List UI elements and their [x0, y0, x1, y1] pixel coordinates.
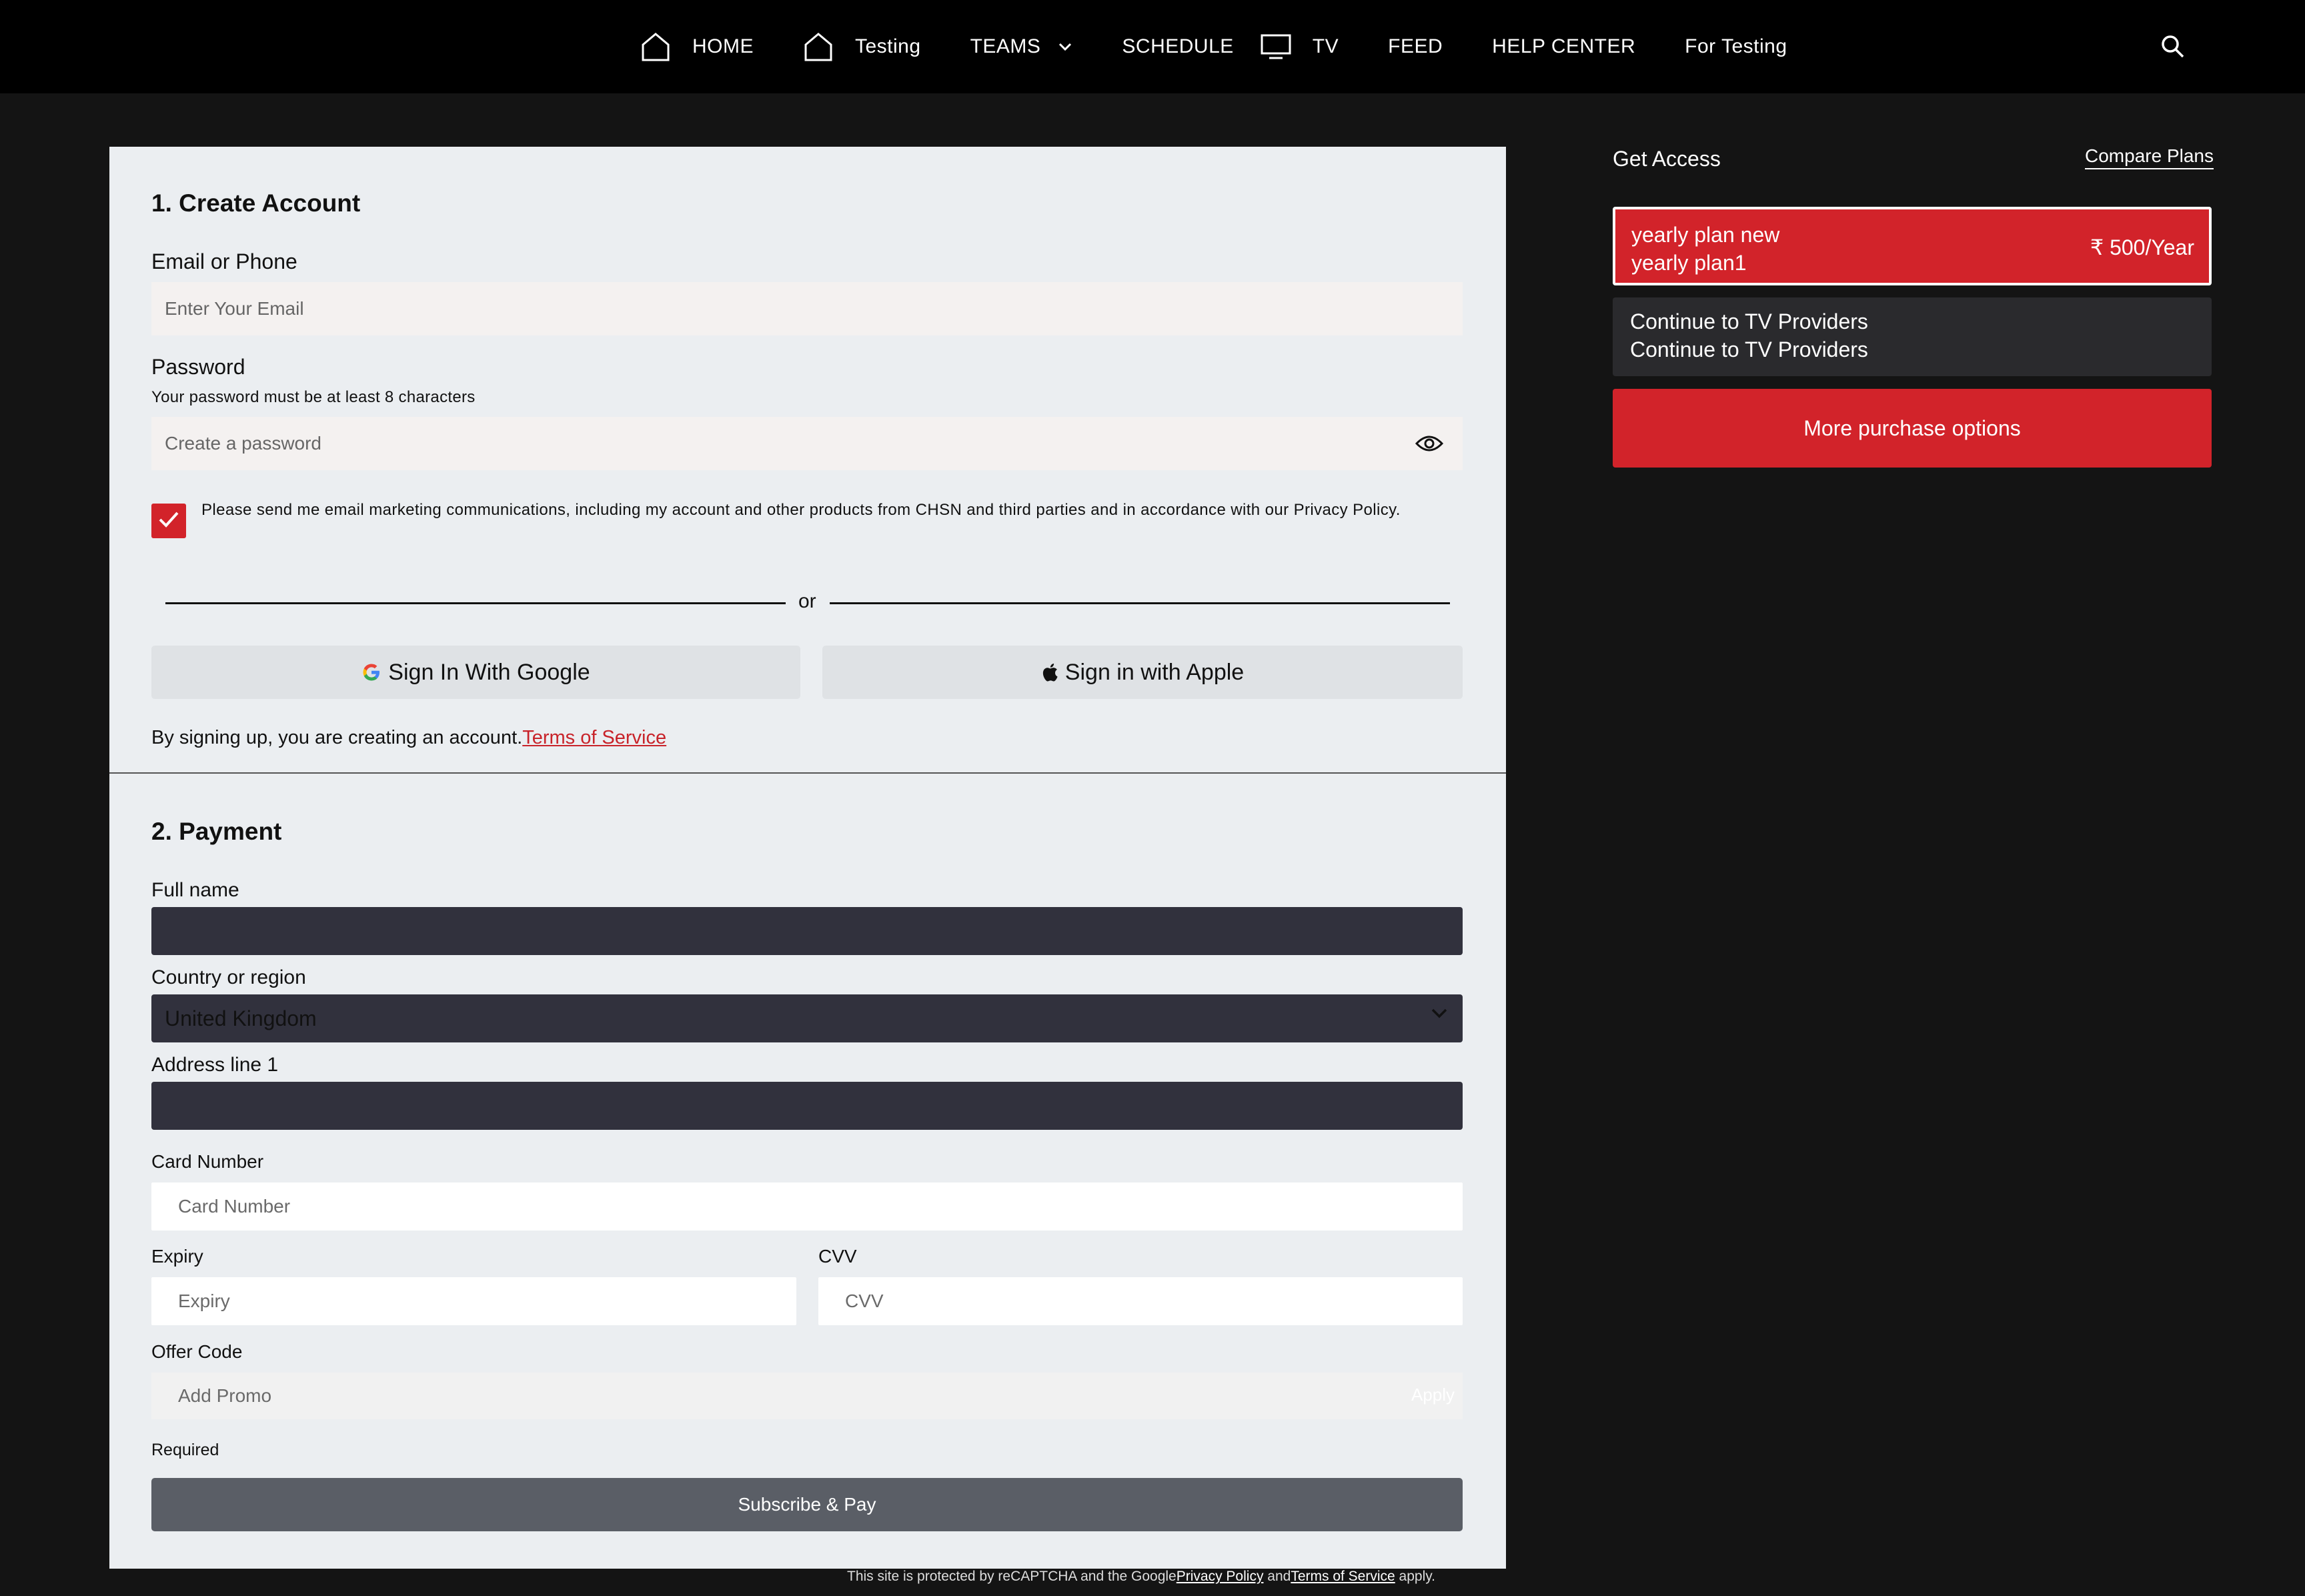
create-account-title: 1. Create Account	[151, 189, 361, 217]
nav-item-label: FEED	[1388, 35, 1443, 57]
country-select-value: United Kingdom	[165, 1006, 317, 1030]
required-note: Required	[151, 1441, 219, 1459]
tv-provider-line2: Continue to TV Providers	[1630, 337, 1868, 361]
nav-item-label: SCHEDULE	[1122, 35, 1234, 57]
privacy-policy-link[interactable]: Privacy Policy	[1177, 1569, 1264, 1584]
or-separator: or	[798, 590, 816, 612]
more-purchase-options-label: More purchase options	[1803, 416, 2021, 440]
marketing-consent-checkbox[interactable]	[151, 504, 186, 538]
google-sign-in-button[interactable]: Sign In With Google	[151, 646, 800, 699]
signup-note-text: By signing up, you are creating an accou…	[151, 727, 523, 748]
nav-item-help-center[interactable]: HELP CENTER	[1492, 35, 1635, 58]
expiry-field[interactable]	[151, 1277, 796, 1325]
nav-item-tv[interactable]: TV	[1261, 33, 1339, 60]
plan-name: yearly plan new	[1631, 223, 1780, 247]
nav-item-schedule[interactable]: SCHEDULE	[1122, 35, 1233, 58]
nav-item-testing[interactable]: Testing	[803, 31, 921, 62]
offer-code-label: Offer Code	[151, 1341, 243, 1362]
more-purchase-options-button[interactable]: More purchase options	[1613, 389, 2212, 468]
password-field[interactable]	[151, 417, 1463, 470]
nav-item-label: For Testing	[1685, 35, 1787, 57]
address-line-1-field[interactable]	[151, 1082, 1463, 1130]
nav-item-for-testing[interactable]: For Testing	[1685, 35, 1787, 58]
terms-of-service-link[interactable]: Terms of Service	[1291, 1569, 1395, 1584]
promo-code-field[interactable]	[151, 1373, 1379, 1419]
plan-subname: yearly plan1	[1631, 251, 1747, 275]
nav-item-home[interactable]: HOME	[640, 31, 754, 62]
checkmark-icon	[157, 510, 180, 533]
payment-title: 2. Payment	[151, 818, 282, 845]
subscribe-button-label: Subscribe & Pay	[738, 1494, 876, 1515]
expiry-label: Expiry	[151, 1246, 203, 1267]
apply-promo-button[interactable]: Apply	[1411, 1385, 1455, 1405]
google-icon	[361, 662, 381, 682]
checkout-form-panel: 1. Create Account Email or Phone Passwor…	[109, 147, 1506, 1569]
recaptcha-text: This site is protected by reCAPTCHA and …	[847, 1569, 1177, 1584]
google-button-label: Sign In With Google	[388, 659, 590, 685]
tv-provider-option[interactable]: Continue to TV Providers Continue to TV …	[1613, 297, 2212, 376]
email-label: Email or Phone	[151, 249, 297, 273]
nav-item-label: HELP CENTER	[1492, 35, 1636, 57]
country-label: Country or region	[151, 966, 306, 988]
top-navigation-bar: HOME Testing TEAMS SCHEDULE TV FEED HELP…	[0, 0, 2305, 93]
email-field[interactable]	[151, 282, 1463, 335]
nav-item-teams[interactable]: TEAMS	[970, 35, 1073, 58]
terms-of-service-link[interactable]: Terms of Service	[522, 727, 666, 748]
nav-menu: HOME Testing TEAMS SCHEDULE TV FEED HELP…	[640, 0, 1837, 93]
eye-icon[interactable]	[1415, 432, 1444, 458]
divider-left	[165, 602, 786, 604]
nav-item-label: Testing	[855, 35, 921, 57]
chevron-down-icon	[1058, 42, 1072, 51]
home-icon	[803, 31, 834, 62]
cvv-label: CVV	[818, 1246, 857, 1267]
recaptcha-suffix: apply.	[1395, 1569, 1436, 1584]
country-select[interactable]: United Kingdom	[151, 994, 1463, 1042]
get-access-title: Get Access	[1613, 147, 1721, 171]
tv-icon	[1261, 33, 1291, 60]
plan-card-yearly[interactable]: yearly plan new yearly plan1 ₹ 500/Year	[1613, 207, 2212, 285]
card-number-field[interactable]	[151, 1182, 1463, 1231]
signup-note: By signing up, you are creating an accou…	[151, 727, 666, 749]
apple-sign-in-button[interactable]: Sign in with Apple	[822, 646, 1463, 699]
full-name-label: Full name	[151, 879, 239, 901]
recaptcha-notice: This site is protected by reCAPTCHA and …	[847, 1569, 1435, 1585]
nav-item-label: TEAMS	[970, 35, 1041, 57]
nav-item-label: TV	[1312, 35, 1339, 57]
subscribe-pay-button[interactable]: Subscribe & Pay	[151, 1478, 1463, 1531]
plan-price: ₹ 500/Year	[2090, 235, 2194, 259]
nav-item-label: HOME	[692, 35, 754, 57]
nav-item-feed[interactable]: FEED	[1388, 35, 1443, 58]
home-icon	[640, 31, 671, 62]
tv-provider-line1: Continue to TV Providers	[1630, 309, 1868, 333]
section-divider	[109, 772, 1506, 774]
address-label: Address line 1	[151, 1054, 279, 1076]
compare-plans-link[interactable]: Compare Plans	[2085, 145, 2214, 169]
password-hint: Your password must be at least 8 charact…	[151, 388, 476, 406]
cvv-field[interactable]	[818, 1277, 1463, 1325]
password-label: Password	[151, 355, 245, 379]
search-button[interactable]	[2160, 33, 2186, 63]
full-name-field[interactable]	[151, 907, 1463, 955]
apple-icon	[1041, 662, 1058, 682]
divider-right	[830, 602, 1450, 604]
offer-code-row: Apply	[151, 1373, 1463, 1419]
card-number-label: Card Number	[151, 1151, 264, 1172]
marketing-consent-text: Please send me email marketing communica…	[201, 501, 1401, 519]
recaptcha-and: and	[1263, 1569, 1291, 1584]
apple-button-label: Sign in with Apple	[1064, 659, 1245, 685]
search-icon	[2160, 35, 2186, 63]
